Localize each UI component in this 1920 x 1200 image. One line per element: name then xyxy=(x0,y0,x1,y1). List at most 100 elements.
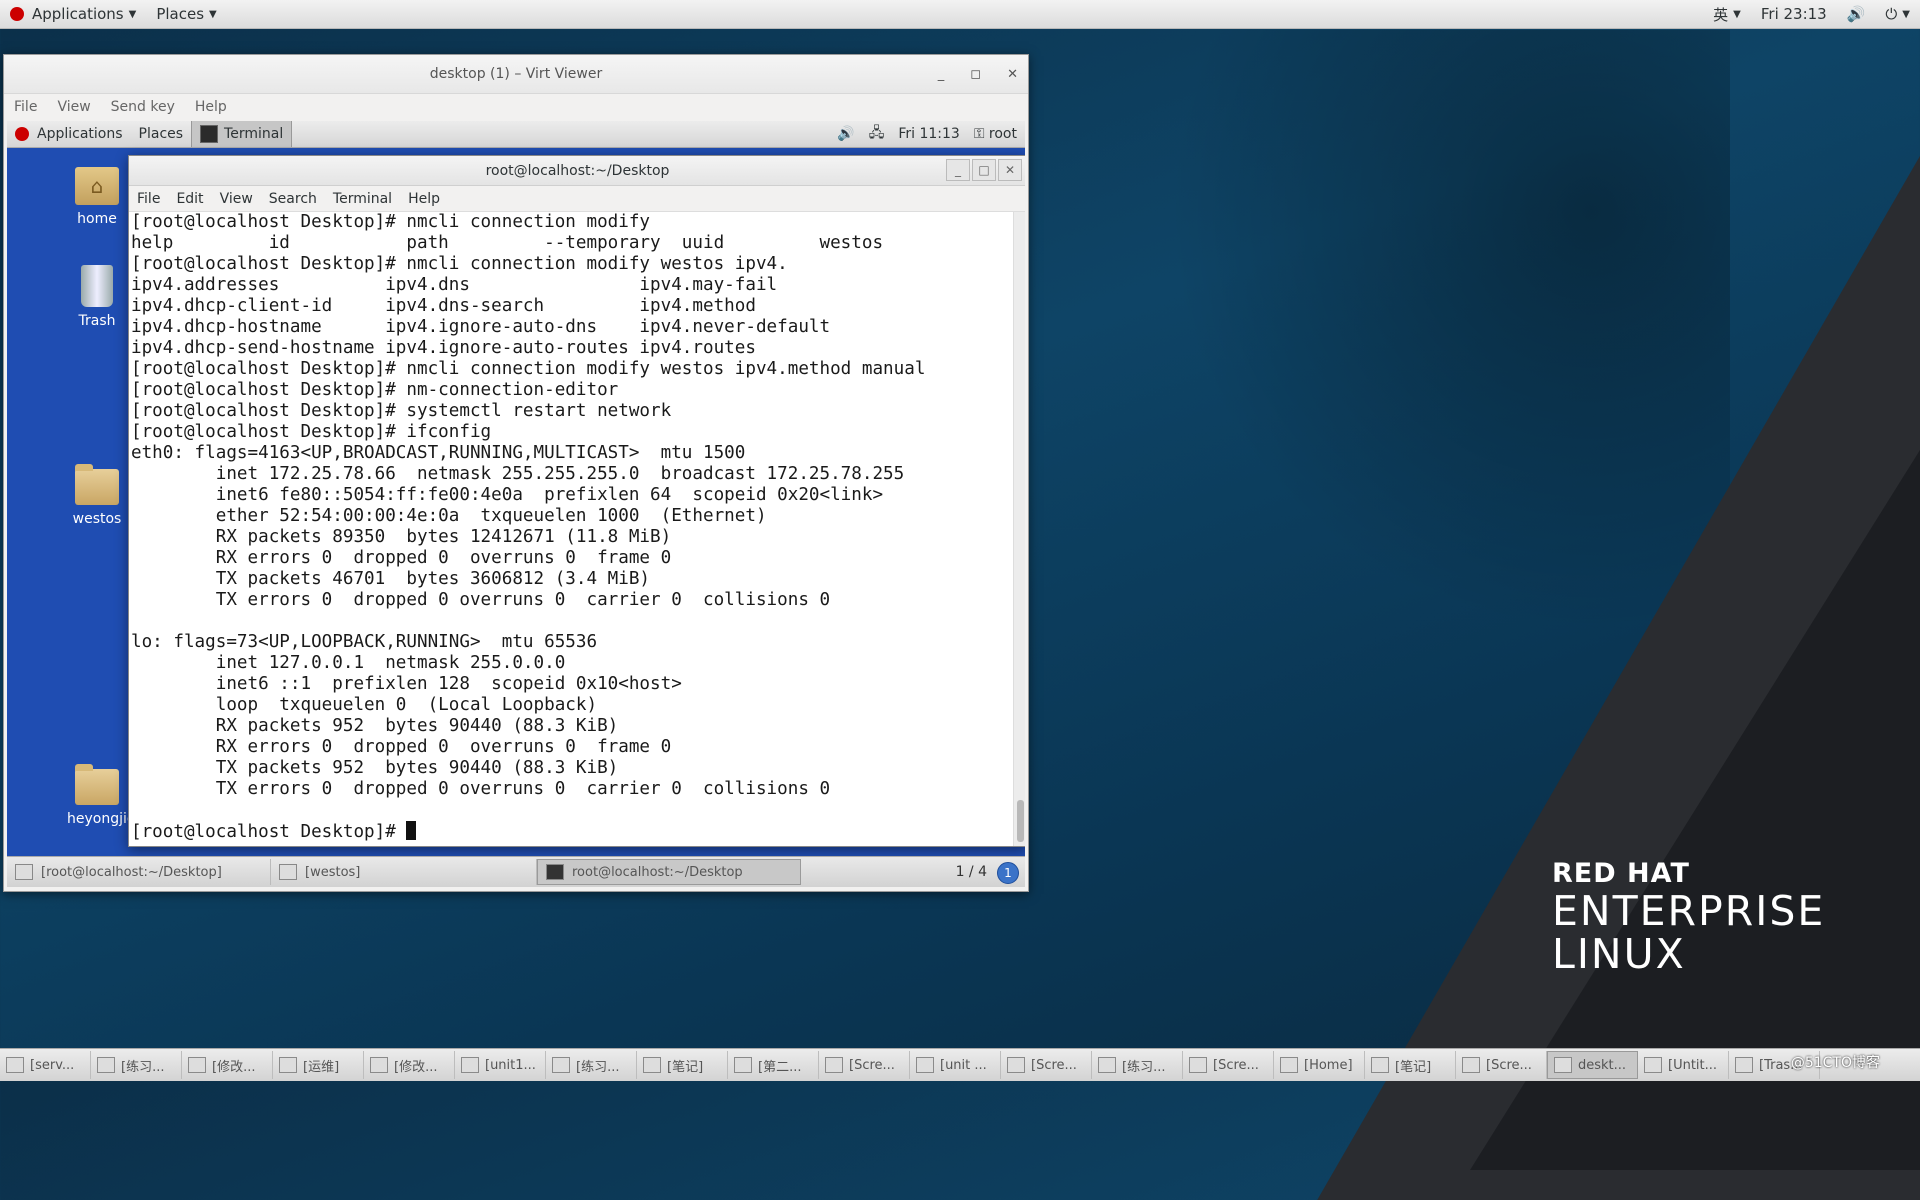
host-task-label: [unit ... xyxy=(940,1057,987,1073)
guest-task-terminal-active[interactable]: root@localhost:~/Desktop xyxy=(537,859,801,885)
desktop-icon-trash[interactable]: Trash xyxy=(67,265,127,329)
host-task-item[interactable]: [Scre... xyxy=(819,1051,910,1079)
host-task-item[interactable]: [Scre... xyxy=(1456,1051,1547,1079)
virt-viewer-titlebar[interactable]: desktop (1) – Virt Viewer _ ◻ ✕ xyxy=(4,55,1028,94)
minimize-button[interactable]: _ xyxy=(938,67,945,82)
host-task-item[interactable]: [修改... xyxy=(364,1051,455,1079)
virt-viewer-menubar: File View Send key Help xyxy=(4,94,1028,120)
host-task-item[interactable]: [unit ... xyxy=(910,1051,1001,1079)
host-applications-menu[interactable]: Applications ▼ xyxy=(0,0,146,28)
term-menu-edit[interactable]: Edit xyxy=(168,191,211,207)
window-icon xyxy=(1371,1057,1389,1073)
folder-icon xyxy=(75,464,119,505)
close-button[interactable]: ✕ xyxy=(1007,67,1018,82)
host-task-item[interactable]: deskt... xyxy=(1547,1051,1638,1079)
vv-menu-send-key[interactable]: Send key xyxy=(101,99,185,115)
terminal-icon xyxy=(200,125,219,143)
term-menu-terminal[interactable]: Terminal xyxy=(325,191,400,207)
host-task-label: [Scre... xyxy=(1486,1057,1532,1073)
desktop-icon-westos[interactable]: westos xyxy=(67,464,127,527)
watermark-text: @51CTO博客 xyxy=(1790,1055,1880,1071)
terminal-titlebar[interactable]: root@localhost:~/Desktop _ □ ✕ xyxy=(129,156,1025,186)
host-task-label: [练习... xyxy=(121,1059,165,1075)
guest-task-terminal-1[interactable]: [root@localhost:~/Desktop] xyxy=(7,859,271,885)
terminal-line: inet 127.0.0.1 netmask 255.0.0.0 xyxy=(215,653,566,673)
host-clock[interactable]: Fri 23:13 xyxy=(1751,0,1837,28)
guest-places-menu[interactable]: Places xyxy=(131,121,192,147)
host-task-item[interactable]: [练习... xyxy=(91,1051,182,1079)
guest-applications-menu[interactable]: Applications xyxy=(7,121,131,147)
volume-icon[interactable]: 🔊 xyxy=(1837,0,1876,28)
host-task-item[interactable]: [练习... xyxy=(546,1051,637,1079)
logo-line-3: LINUX xyxy=(1552,930,1686,978)
guest-terminal-launcher[interactable]: Terminal xyxy=(191,121,293,147)
host-task-item[interactable]: [练习... xyxy=(1092,1051,1183,1079)
vv-menu-view[interactable]: View xyxy=(47,99,100,115)
power-icon[interactable]: ⏻ ▼ xyxy=(1875,0,1920,28)
host-task-label: deskt... xyxy=(1578,1057,1627,1073)
terminal-close-button[interactable]: ✕ xyxy=(998,159,1022,181)
term-menu-search[interactable]: Search xyxy=(261,191,325,207)
guest-top-bar: Applications Places Terminal 🔊 🖧 Fri 11:… xyxy=(7,121,1025,148)
terminal-icon xyxy=(15,864,33,880)
host-task-label: [练习... xyxy=(576,1059,620,1075)
host-task-item[interactable]: [第二... xyxy=(728,1051,819,1079)
terminal-line: RX errors 0 dropped 0 overruns 0 frame 0 xyxy=(215,737,672,757)
host-task-item[interactable]: [Home] xyxy=(1274,1051,1365,1079)
host-task-item[interactable]: [笔记] xyxy=(637,1051,728,1079)
host-task-label: [第二... xyxy=(758,1059,802,1075)
term-menu-view[interactable]: View xyxy=(212,191,261,207)
terminal-scrollbar[interactable] xyxy=(1013,212,1025,846)
input-method-indicator[interactable]: 英 ▼ xyxy=(1703,0,1751,28)
host-task-item[interactable]: [修改... xyxy=(182,1051,273,1079)
term-menu-help[interactable]: Help xyxy=(400,191,448,207)
term-menu-file[interactable]: File xyxy=(129,191,168,207)
host-task-item[interactable]: [笔记] xyxy=(1365,1051,1456,1079)
terminal-line: TX packets 952 bytes 90440 (88.3 KiB) xyxy=(215,758,619,778)
virt-viewer-title: desktop (1) – Virt Viewer xyxy=(429,66,603,82)
desktop-icon-heyongjie[interactable]: heyongjie xyxy=(67,764,136,827)
terminal-scrollbar-thumb[interactable] xyxy=(1017,800,1024,842)
window-icon xyxy=(916,1057,934,1073)
guest-screen[interactable]: Applications Places Terminal 🔊 🖧 Fri 11:… xyxy=(7,121,1025,887)
user-menu[interactable]: ⚿ root xyxy=(974,126,1017,142)
window-icon xyxy=(1644,1057,1662,1073)
notification-badge[interactable]: 1 xyxy=(997,862,1019,884)
volume-icon[interactable]: 🔊 xyxy=(837,126,854,142)
vv-menu-help[interactable]: Help xyxy=(185,99,237,115)
maximize-button[interactable]: ◻ xyxy=(970,67,981,82)
virt-viewer-window: desktop (1) – Virt Viewer _ ◻ ✕ File Vie… xyxy=(3,54,1029,892)
trash-icon xyxy=(81,265,113,307)
guest-clock[interactable]: Fri 11:13 xyxy=(898,126,959,142)
host-task-label: [笔记] xyxy=(1395,1059,1432,1075)
terminal-line: ipv4.dhcp-client-id ipv4.dns-search ipv4… xyxy=(131,296,756,316)
terminal-prompt: [root@localhost Desktop]# xyxy=(131,822,407,842)
host-task-item[interactable]: [serv... xyxy=(0,1051,91,1079)
redhat-icon xyxy=(15,127,29,141)
guest-task-westos[interactable]: [westos] xyxy=(271,859,537,885)
terminal-line: inet 172.25.78.66 netmask 255.255.255.0 … xyxy=(215,464,905,484)
terminal-maximize-button[interactable]: □ xyxy=(972,159,996,181)
window-icon xyxy=(734,1057,752,1073)
vv-menu-file[interactable]: File xyxy=(4,99,47,115)
logo-line-1: RED HAT xyxy=(1552,858,1690,889)
desktop-icon-home[interactable]: ⌂ home xyxy=(67,167,127,227)
folder-icon xyxy=(279,864,297,880)
host-task-label: [Scre... xyxy=(1213,1057,1259,1073)
terminal-line: ipv4.dhcp-hostname ipv4.ignore-auto-dns … xyxy=(131,317,831,337)
host-wallpaper-texture xyxy=(1030,30,1730,630)
workspace-indicator[interactable]: 1 / 4 xyxy=(956,857,987,887)
host-task-item[interactable]: [unit1... xyxy=(455,1051,546,1079)
host-task-item[interactable]: [Scre... xyxy=(1001,1051,1092,1079)
window-icon xyxy=(97,1057,115,1073)
window-icon xyxy=(188,1057,206,1073)
terminal-minimize-button[interactable]: _ xyxy=(946,159,970,181)
host-task-label: [笔记] xyxy=(667,1059,704,1075)
network-icon[interactable]: 🖧 xyxy=(869,122,885,146)
terminal-output-area[interactable]: [root@localhost Desktop]# nmcli connecti… xyxy=(129,212,1025,846)
host-places-menu[interactable]: Places ▼ xyxy=(146,0,226,28)
host-task-item[interactable]: [运维] xyxy=(273,1051,364,1079)
host-task-item[interactable]: [Untit... xyxy=(1638,1051,1729,1079)
window-icon xyxy=(1735,1057,1753,1073)
host-task-item[interactable]: [Scre... xyxy=(1183,1051,1274,1079)
